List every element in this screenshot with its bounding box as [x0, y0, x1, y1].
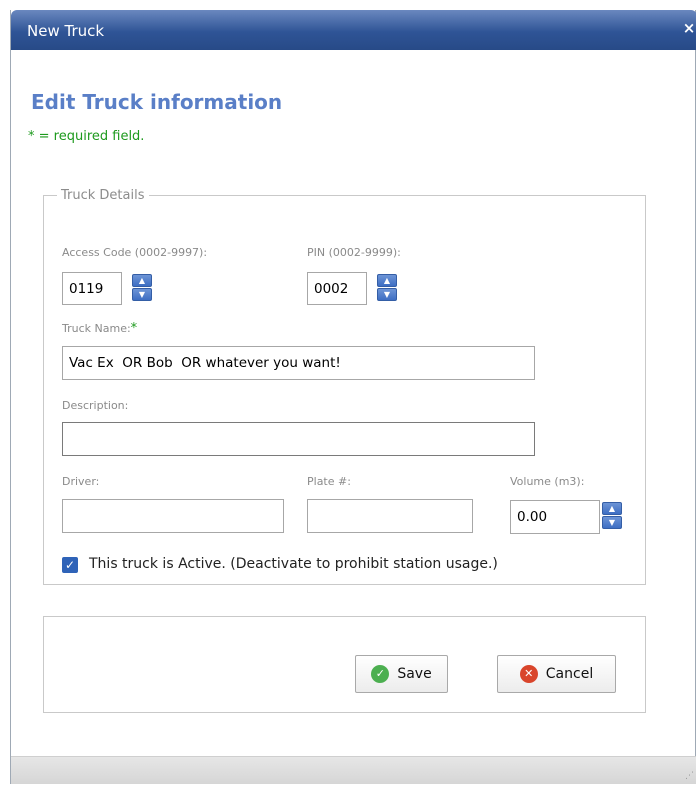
check-circle-icon: ✓	[371, 665, 390, 683]
volume-down-icon[interactable]: ▼	[602, 516, 622, 529]
access-code-down-icon[interactable]: ▼	[132, 288, 152, 301]
truck-name-label-text: Truck Name:	[62, 322, 131, 335]
description-label: Description:	[62, 399, 129, 412]
pin-down-icon[interactable]: ▼	[377, 288, 397, 301]
active-checkbox-label: This truck is Active. (Deactivate to pro…	[89, 556, 498, 572]
pin-label: PIN (0002-9999):	[307, 246, 401, 259]
access-code-up-icon[interactable]: ▲	[132, 274, 152, 287]
truck-name-input[interactable]	[62, 346, 535, 380]
description-input[interactable]	[62, 422, 535, 456]
x-circle-icon: ✕	[519, 665, 538, 683]
access-code-spinner: ▲ ▼	[132, 274, 152, 301]
plate-label: Plate #:	[307, 475, 351, 488]
truck-details-legend: Truck Details	[61, 188, 145, 203]
access-code-label: Access Code (0002-9997):	[62, 246, 208, 259]
resize-grip-icon[interactable]: ⋰	[684, 771, 694, 781]
access-code-input[interactable]	[62, 272, 122, 305]
dialog-titlebar[interactable]: New Truck ×	[11, 10, 696, 50]
required-star: *	[130, 321, 138, 336]
dialog-status-bar: ⋰	[11, 756, 696, 784]
save-button-label: Save	[397, 666, 432, 682]
pin-spinner: ▲ ▼	[377, 274, 397, 301]
plate-input[interactable]	[307, 499, 473, 533]
volume-input[interactable]	[510, 500, 600, 534]
volume-label: Volume (m3):	[510, 475, 585, 488]
cancel-button-label: Cancel	[545, 666, 594, 682]
driver-input[interactable]	[62, 499, 284, 533]
save-button[interactable]: ✓ Save	[355, 655, 448, 693]
pin-up-icon[interactable]: ▲	[377, 274, 397, 287]
volume-up-icon[interactable]: ▲	[602, 502, 622, 515]
close-icon[interactable]: ×	[681, 20, 696, 36]
cancel-button[interactable]: ✕ Cancel	[497, 655, 616, 693]
actions-panel: ✓ Save ✕ Cancel	[43, 616, 646, 713]
active-checkbox[interactable]: ✓	[62, 557, 78, 573]
page-title: Edit Truck information	[31, 90, 283, 114]
dialog-title: New Truck	[27, 22, 105, 40]
required-field-note: * = required field.	[28, 129, 145, 144]
truck-name-label: Truck Name:*	[62, 321, 137, 336]
driver-label: Driver:	[62, 475, 100, 488]
pin-input[interactable]	[307, 272, 367, 305]
volume-spinner: ▲ ▼	[602, 502, 622, 529]
new-truck-dialog: New Truck × Edit Truck information * = r…	[10, 10, 696, 784]
truck-details-fieldset: Truck Details Access Code (0002-9997): ▲…	[43, 188, 646, 585]
